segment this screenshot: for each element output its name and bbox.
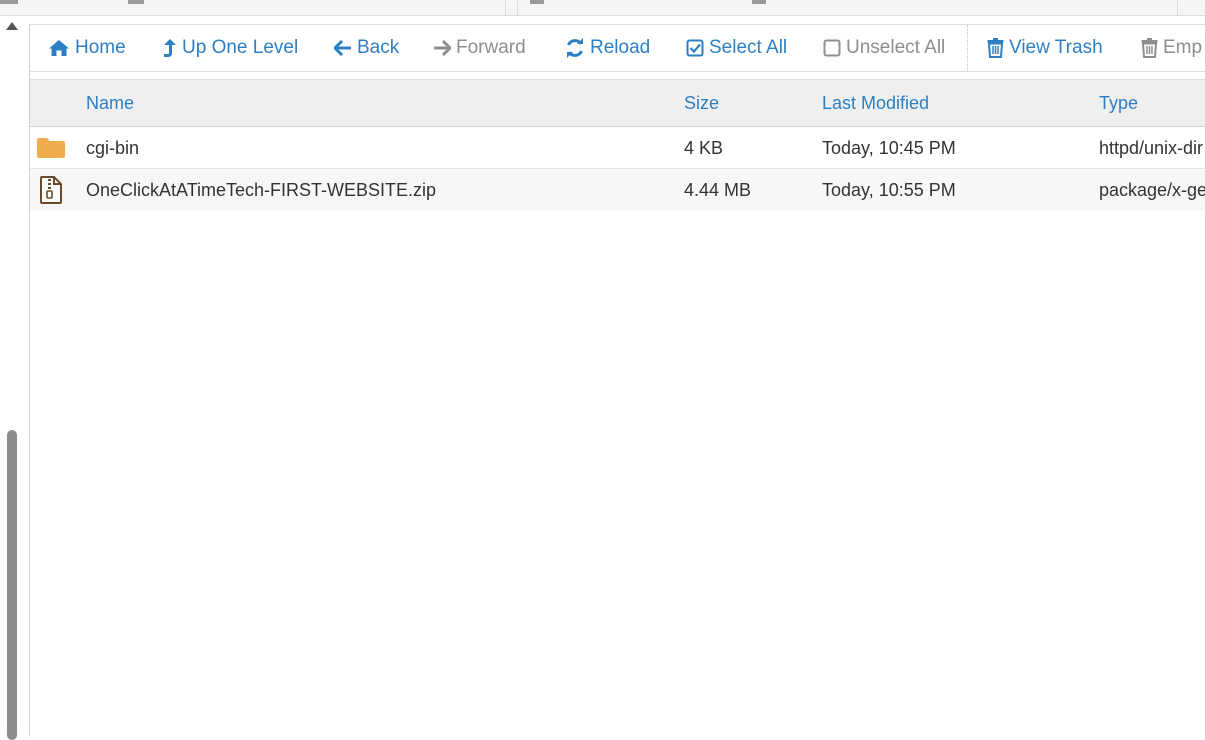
file-name[interactable]: cgi-bin [86,127,666,169]
table-row[interactable]: cgi-bin 4 KB Today, 10:45 PM httpd/unix-… [30,127,1205,169]
arrow-left-icon [334,40,352,56]
table-row[interactable]: OneClickAtATimeTech-FIRST-WEBSITE.zip 4.… [30,169,1205,211]
select-all-button[interactable]: Select All [686,25,787,71]
refresh-icon [565,38,585,58]
column-header-last-modified[interactable]: Last Modified [822,80,929,126]
file-type: package/x-generic [1099,180,1205,200]
tab-fragment [530,0,544,4]
column-header-name[interactable]: Name [86,80,134,126]
file-last-modified: Today, 10:45 PM [822,138,956,158]
view-trash-label: View Trash [1009,37,1103,58]
column-header-size[interactable]: Size [684,80,719,126]
empty-trash-button[interactable]: Emp [1141,25,1202,71]
file-type: httpd/unix-dir [1099,138,1204,158]
vertical-scrollbar[interactable] [0,16,24,740]
file-size: 4.44 MB [684,180,752,200]
trash-icon [1141,38,1158,58]
scroll-up-arrow-icon[interactable] [6,22,18,30]
tab-fragment [128,0,144,4]
trash-icon [987,38,1004,58]
empty-trash-label: Emp [1163,37,1203,58]
empty-checkbox-icon [823,39,841,57]
unselect-all-label: Unselect All [846,37,946,58]
forward-label: Forward [456,37,526,58]
file-table-header: Name Size Last Modified Type [30,79,1205,127]
level-up-icon [163,38,177,58]
forward-button[interactable]: Forward [433,25,526,71]
up-one-level-label: Up One Level [182,37,299,58]
checked-box-icon [686,39,704,57]
arrow-right-icon [433,40,451,56]
back-label: Back [357,37,400,58]
home-icon [48,39,70,57]
home-button[interactable]: Home [48,25,126,71]
file-name[interactable]: OneClickAtATimeTech-FIRST-WEBSITE.zip [86,169,666,211]
file-manager-panel: Home Up One Level Back Forward Reload Se… [29,24,1205,737]
tab-fragment [0,0,18,4]
up-one-level-button[interactable]: Up One Level [163,25,298,71]
column-header-type[interactable]: Type [1099,80,1138,126]
back-button[interactable]: Back [334,25,399,71]
view-trash-button[interactable]: View Trash [987,25,1103,71]
file-last-modified: Today, 10:55 PM [822,180,956,200]
zip-file-icon [36,169,66,211]
tab-separator [1177,0,1178,16]
file-toolbar: Home Up One Level Back Forward Reload Se… [30,24,1205,72]
reload-label: Reload [590,37,651,58]
select-all-label: Select All [709,37,788,58]
toolbar-divider [967,25,968,71]
file-size: 4 KB [684,138,724,158]
scrollbar-thumb[interactable] [7,430,17,740]
tab-separator [505,0,506,16]
tab-fragment [752,0,766,4]
unselect-all-button[interactable]: Unselect All [823,25,945,71]
reload-button[interactable]: Reload [565,25,650,71]
tab-separator [517,0,518,16]
folder-icon [36,127,66,169]
home-label: Home [75,37,126,58]
top-tab-strip [0,0,1205,16]
